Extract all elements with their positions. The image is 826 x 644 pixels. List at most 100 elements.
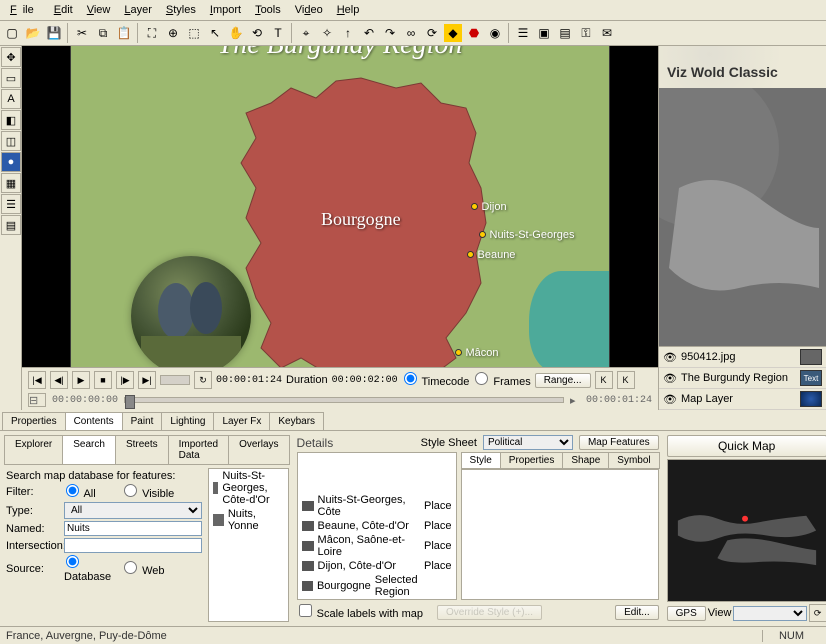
play-icon[interactable]: ▶ — [72, 371, 90, 389]
quick-map-button[interactable]: Quick Map — [667, 435, 826, 457]
tab-paint[interactable]: Paint — [122, 412, 163, 430]
source-db-radio[interactable]: Database — [64, 555, 118, 583]
intersection-input[interactable] — [64, 538, 202, 553]
speed-slider[interactable] — [160, 375, 190, 385]
move-tool-icon[interactable]: ✥ — [1, 47, 21, 67]
lock-icon[interactable]: ⚿ — [576, 23, 596, 43]
copy-icon[interactable]: ⧉ — [93, 23, 113, 43]
detail-row[interactable]: Nuits-St-Georges, CôtePlace — [298, 493, 456, 519]
grid-tool-icon[interactable]: ▦ — [1, 173, 21, 193]
view-select[interactable] — [733, 606, 806, 621]
step-back-icon[interactable]: ◀| — [50, 371, 68, 389]
sheet-tab-style[interactable]: Style — [461, 452, 501, 469]
list-tool-icon[interactable]: ☰ — [1, 194, 21, 214]
sheet-tab-properties[interactable]: Properties — [500, 452, 564, 469]
stylesheet-select[interactable]: Political — [483, 435, 573, 450]
forward-icon[interactable]: ↷ — [380, 23, 400, 43]
subtab-overlays[interactable]: Overlays — [228, 435, 289, 465]
subtab-search[interactable]: Search — [62, 435, 116, 465]
menu-import[interactable]: Import — [204, 2, 247, 18]
menu-styles[interactable]: Styles — [160, 2, 202, 18]
loop-icon[interactable]: ↻ — [194, 371, 212, 389]
sheet-tab-shape[interactable]: Shape — [562, 452, 609, 469]
visibility-icon[interactable]: 👁 — [663, 351, 677, 364]
link-icon[interactable]: ∞ — [401, 23, 421, 43]
text-layer-icon[interactable]: A — [1, 89, 21, 109]
layer-tool-icon[interactable]: ▤ — [1, 215, 21, 235]
refresh-icon[interactable]: ⟳ — [422, 23, 442, 43]
menu-edit[interactable]: Edit — [48, 2, 79, 18]
mark-in-icon[interactable]: K — [595, 371, 613, 389]
compass-icon[interactable]: ✧ — [317, 23, 337, 43]
subtab-imported[interactable]: Imported Data — [168, 435, 229, 465]
tab-contents[interactable]: Contents — [65, 412, 123, 430]
result-row[interactable]: Nuits, Yonne — [209, 507, 288, 533]
shape-tool-icon[interactable]: ◧ — [1, 110, 21, 130]
goto-start-icon[interactable]: |◀ — [28, 371, 46, 389]
cut-icon[interactable]: ✂ — [72, 23, 92, 43]
menu-video[interactable]: Video — [289, 2, 329, 18]
source-web-radio[interactable]: Web — [122, 561, 176, 577]
globe-icon[interactable]: ◉ — [485, 23, 505, 43]
step-fwd-icon[interactable]: |▶ — [116, 371, 134, 389]
visibility-icon[interactable]: 👁 — [663, 393, 677, 406]
view-refresh-icon[interactable]: ⟳ — [809, 604, 826, 622]
stop-playback-icon[interactable]: ■ — [94, 371, 112, 389]
type-select[interactable]: All — [64, 502, 202, 519]
timeline-track[interactable] — [124, 397, 564, 403]
mark-out-icon[interactable]: K — [617, 371, 635, 389]
goto-end-icon[interactable]: ▶| — [138, 371, 156, 389]
timeline-toggle-icon[interactable]: ⊟ — [28, 393, 46, 407]
sheet-tab-symbol[interactable]: Symbol — [608, 452, 659, 469]
detail-row[interactable]: Mâcon, Saône-et-LoirePlace — [298, 533, 456, 559]
map-viewport[interactable]: The Burgundy Region Bourgogne Dijon Nuit… — [22, 46, 658, 367]
gps-button[interactable]: GPS — [667, 606, 706, 621]
menu-help[interactable]: Help — [331, 2, 366, 18]
range-button[interactable]: Range... — [535, 373, 591, 388]
frames-radio[interactable]: Frames — [473, 372, 530, 388]
zoom-area-icon[interactable]: ⬚ — [184, 23, 204, 43]
zoom-in-icon[interactable]: ⊕ — [163, 23, 183, 43]
details-feature-list[interactable]: Nuits-St-Georges, CôtePlace Beaune, Côte… — [297, 452, 457, 600]
hand-icon[interactable]: ✋ — [226, 23, 246, 43]
quick-map-view[interactable] — [667, 459, 826, 602]
send-icon[interactable]: ✉ — [597, 23, 617, 43]
visibility-icon[interactable]: 👁 — [663, 372, 677, 385]
rotate-icon[interactable]: ⟲ — [247, 23, 267, 43]
result-row[interactable]: Nuits-St-Georges, Côte-d'Or — [209, 469, 288, 507]
chart-icon[interactable]: ☰ — [513, 23, 533, 43]
filter-visible-radio[interactable]: Visible — [122, 484, 176, 500]
zoom-fit-icon[interactable]: ⛶ — [142, 23, 162, 43]
timecode-radio[interactable]: Timecode — [402, 372, 470, 388]
stop-icon[interactable]: ⬣ — [464, 23, 484, 43]
pointer-icon[interactable]: ↖ — [205, 23, 225, 43]
text-tool-icon[interactable]: T — [268, 23, 288, 43]
paste-icon[interactable]: 📋 — [114, 23, 134, 43]
select-tool-icon[interactable]: ▭ — [1, 68, 21, 88]
map-features-button[interactable]: Map Features — [579, 435, 659, 450]
detail-row[interactable]: Dijon, Côte-d'OrPlace — [298, 559, 456, 573]
save-icon[interactable]: 💾 — [44, 23, 64, 43]
menu-view[interactable]: View — [81, 2, 117, 18]
override-style-button[interactable]: Override Style (+)... — [437, 605, 542, 620]
detail-row[interactable]: Beaune, Côte-d'OrPlace — [298, 519, 456, 533]
edit-button[interactable]: Edit... — [615, 605, 659, 620]
menu-layer[interactable]: Layer — [118, 2, 158, 18]
tab-properties[interactable]: Properties — [2, 412, 66, 430]
tab-layerfx[interactable]: Layer Fx — [213, 412, 270, 430]
back-icon[interactable]: ↶ — [359, 23, 379, 43]
filter-all-radio[interactable]: All — [64, 484, 118, 500]
menu-file[interactable]: File — [4, 2, 46, 18]
layer-row[interactable]: 👁 Map Layer — [659, 389, 826, 410]
search-results[interactable]: Nuits-St-Georges, Côte-d'Or Nuits, Yonne — [208, 468, 289, 622]
tab-keybars[interactable]: Keybars — [269, 412, 324, 430]
named-input[interactable] — [64, 521, 202, 536]
globe-preview[interactable] — [659, 88, 826, 346]
menu-tools[interactable]: Tools — [249, 2, 287, 18]
hazard-icon[interactable]: ◆ — [443, 23, 463, 43]
earth-tool-icon[interactable]: ● — [1, 152, 21, 172]
camera-icon[interactable]: ▣ — [534, 23, 554, 43]
open-icon[interactable]: 📂 — [23, 23, 43, 43]
path-tool-icon[interactable]: ◫ — [1, 131, 21, 151]
layer-row[interactable]: 👁 The Burgundy Region Text — [659, 368, 826, 389]
